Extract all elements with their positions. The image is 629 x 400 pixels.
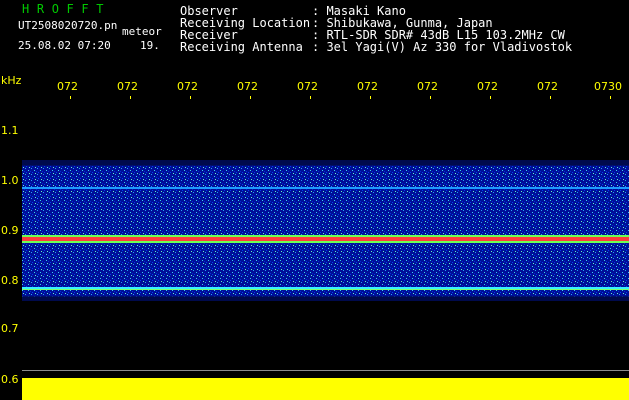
x-tick-mark bbox=[190, 96, 191, 99]
x-tick-mark bbox=[550, 96, 551, 99]
x-tick-mark bbox=[610, 96, 611, 99]
app-title: H R O F F T bbox=[22, 2, 104, 16]
file-name: UT2508020720.pn bbox=[18, 19, 118, 32]
x-tick-label: 072 bbox=[177, 80, 198, 93]
x-tick-mark bbox=[370, 96, 371, 99]
spectrogram bbox=[0, 0, 629, 400]
x-tick-mark bbox=[490, 96, 491, 99]
carrier-line-088-halo bbox=[22, 241, 629, 243]
y-tick-label: 0.6 bbox=[1, 373, 19, 386]
y-tick-label: 0.9 bbox=[1, 224, 19, 237]
x-tick-mark bbox=[250, 96, 251, 99]
carrier-line-098 bbox=[22, 187, 629, 189]
x-tick-mark bbox=[70, 96, 71, 99]
y-tick-label: 1.1 bbox=[1, 124, 19, 137]
x-tick-label: 072 bbox=[237, 80, 258, 93]
noise-bar-edge bbox=[22, 372, 629, 378]
x-tick-label: 072 bbox=[417, 80, 438, 93]
x-tick-label: 0730 bbox=[594, 80, 622, 93]
noise-bar bbox=[22, 378, 629, 400]
signal-band-glow bbox=[22, 160, 629, 166]
signal-band-glow bbox=[22, 296, 629, 301]
signal-band bbox=[22, 165, 629, 297]
y-axis-unit: kHz bbox=[1, 74, 22, 87]
meta-label-antenna: Receiving Antenna bbox=[180, 40, 303, 54]
y-tick-label: 0.8 bbox=[1, 274, 19, 287]
x-tick-label: 072 bbox=[357, 80, 378, 93]
x-tick-label: 072 bbox=[117, 80, 138, 93]
carrier-line-088 bbox=[22, 237, 629, 241]
x-tick-label: 072 bbox=[537, 80, 558, 93]
x-tick-mark bbox=[310, 96, 311, 99]
file-extension: meteor bbox=[122, 25, 162, 38]
x-tick-label: 072 bbox=[297, 80, 318, 93]
carrier-line-078-halo bbox=[22, 289, 629, 290]
y-tick-label: 1.0 bbox=[1, 174, 19, 187]
x-tick-label: 072 bbox=[57, 80, 78, 93]
date-time: 25.08.02 07:20 bbox=[18, 39, 111, 52]
x-tick-mark bbox=[430, 96, 431, 99]
meta-value-antenna: : 3el Yagi(V) Az 330 for Vladivostok bbox=[312, 40, 573, 54]
baseline bbox=[22, 370, 629, 371]
carrier-line-078 bbox=[22, 287, 629, 289]
carrier-line-088-halo bbox=[22, 235, 629, 237]
count-value: 19. bbox=[140, 39, 160, 52]
x-tick-label: 072 bbox=[477, 80, 498, 93]
x-tick-mark bbox=[130, 96, 131, 99]
y-tick-label: 0.7 bbox=[1, 322, 19, 335]
